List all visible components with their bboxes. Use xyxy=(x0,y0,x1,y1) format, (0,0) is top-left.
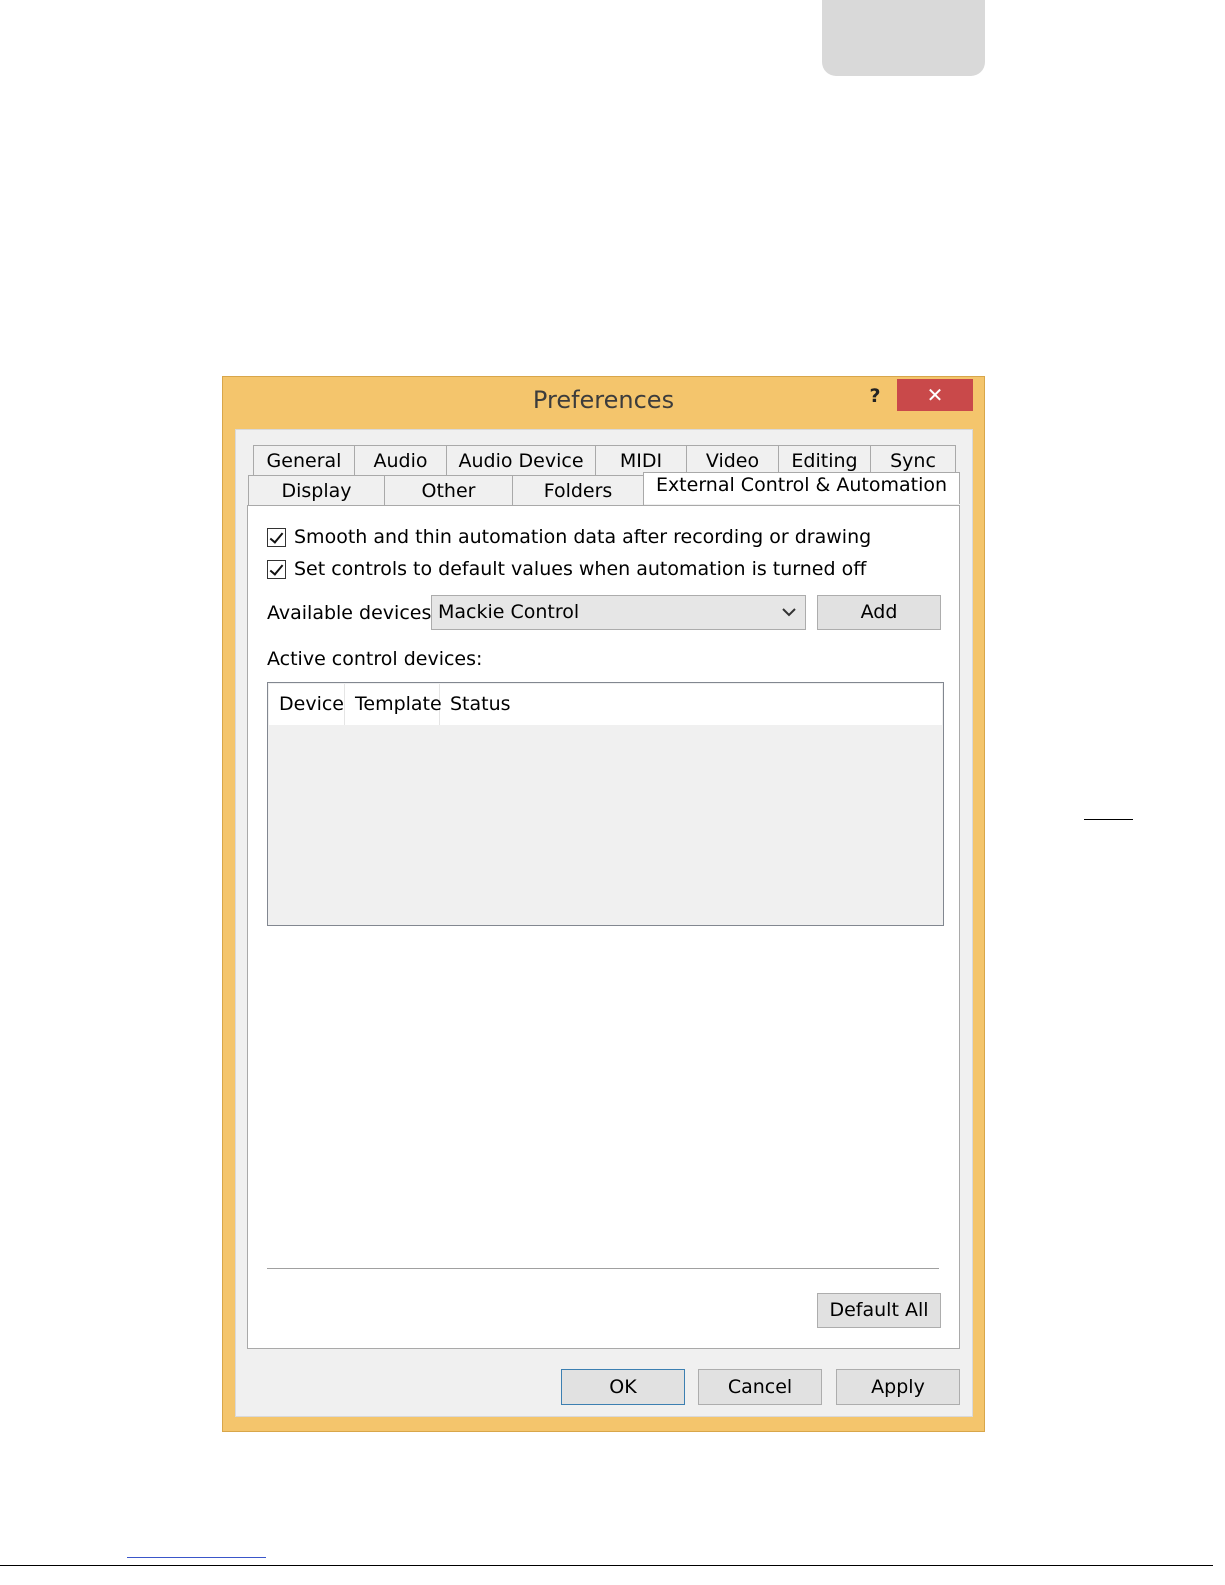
panel-separator xyxy=(267,1268,939,1269)
available-devices-label: Available devices: xyxy=(267,602,438,624)
decorative-tab xyxy=(822,0,985,76)
active-devices-list[interactable]: Device Template Status xyxy=(267,682,944,926)
tab-other[interactable]: Other xyxy=(384,475,513,506)
apply-button[interactable]: Apply xyxy=(836,1369,960,1405)
dialog-client-area: General Audio Audio Device MIDI Video Ed… xyxy=(235,429,973,1417)
column-status[interactable]: Status xyxy=(440,684,943,725)
external-control-panel: Smooth and thin automation data after re… xyxy=(247,505,960,1349)
decorative-rule xyxy=(1084,819,1133,820)
default-all-button[interactable]: Default All xyxy=(817,1293,941,1328)
smooth-automation-option[interactable]: Smooth and thin automation data after re… xyxy=(267,525,871,549)
tab-audio-device[interactable]: Audio Device xyxy=(446,445,596,476)
default-values-label: Set controls to default values when auto… xyxy=(294,558,867,580)
column-device[interactable]: Device xyxy=(269,684,345,725)
list-header: Device Template Status xyxy=(269,684,942,725)
default-values-checkbox[interactable] xyxy=(267,559,286,579)
ok-button[interactable]: OK xyxy=(561,1369,685,1405)
available-devices-dropdown[interactable]: Mackie Control xyxy=(431,595,806,630)
decorative-link-underline xyxy=(127,1557,266,1558)
help-button[interactable]: ? xyxy=(855,379,895,413)
cancel-button[interactable]: Cancel xyxy=(698,1369,822,1405)
tab-display[interactable]: Display xyxy=(248,475,385,506)
chevron-down-icon xyxy=(781,596,797,640)
tab-audio[interactable]: Audio xyxy=(354,445,447,476)
tab-folders[interactable]: Folders xyxy=(512,475,644,506)
column-template[interactable]: Template xyxy=(345,684,442,725)
close-button[interactable]: ✕ xyxy=(897,379,973,411)
tab-external-control-automation[interactable]: External Control & Automation xyxy=(643,472,960,504)
preferences-window: Preferences ? ✕ General Audio Audio Devi… xyxy=(222,376,985,1432)
tab-general[interactable]: General xyxy=(253,445,355,476)
close-icon: ✕ xyxy=(926,383,944,407)
smooth-automation-label: Smooth and thin automation data after re… xyxy=(294,526,872,548)
add-device-button[interactable]: Add xyxy=(817,595,941,630)
default-values-option[interactable]: Set controls to default values when auto… xyxy=(267,557,866,581)
available-devices-value: Mackie Control xyxy=(438,601,580,623)
page-footer-rule xyxy=(0,1565,1213,1566)
active-devices-label: Active control devices: xyxy=(267,648,483,670)
smooth-automation-checkbox[interactable] xyxy=(267,527,286,547)
